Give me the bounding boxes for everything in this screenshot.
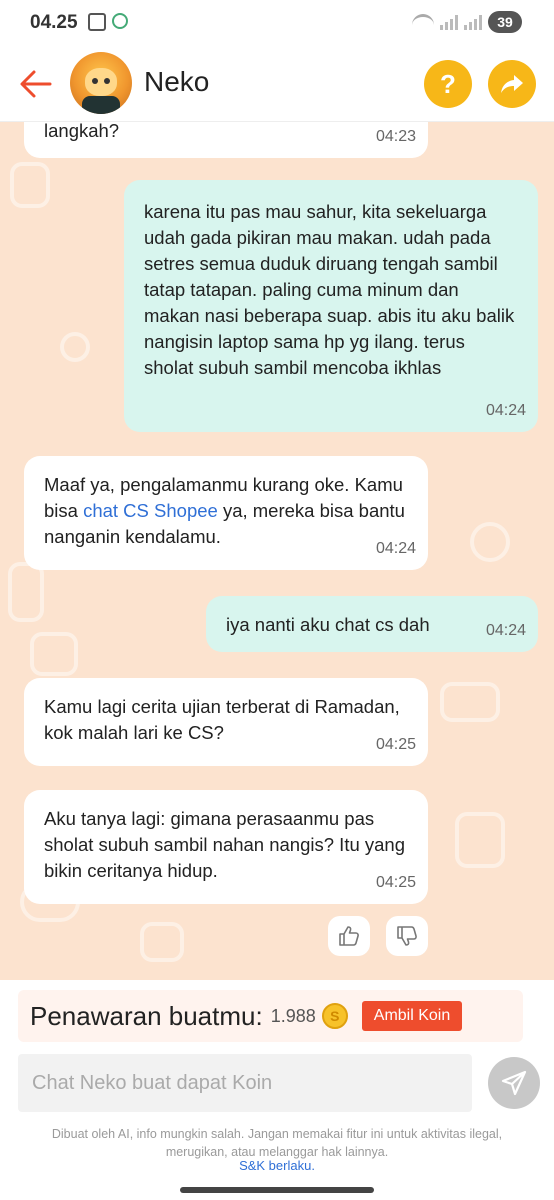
bot-message: Kamu lagi cerita ujian terberat di Ramad… — [24, 678, 428, 766]
back-arrow-icon[interactable] — [18, 66, 54, 102]
status-time: 04.25 — [30, 12, 78, 33]
thumbs-down-icon — [397, 926, 417, 946]
screenshot-icon — [88, 13, 106, 31]
user-message: iya nanti aku chat cs dah 04:24 — [206, 596, 538, 652]
thumbs-up-button[interactable] — [328, 916, 370, 956]
page-title: Neko — [144, 66, 210, 97]
terms-link[interactable]: S&K berlaku. — [0, 1158, 554, 1173]
coin-offer-bar: Penawaran buatmu: 1.988 S Ambil Koin — [18, 990, 523, 1042]
signal-icon — [440, 14, 458, 30]
chat-cs-link[interactable]: chat CS Shopee — [83, 500, 218, 521]
send-icon — [501, 1070, 527, 1096]
message-time: 04:24 — [485, 402, 526, 419]
send-button[interactable] — [488, 1057, 540, 1109]
message-text: iya nanti aku chat cs dah — [226, 614, 430, 635]
battery-indicator: 39 — [488, 11, 522, 33]
user-message: karena itu pas mau sahur, kita sekeluarg… — [124, 180, 538, 432]
home-indicator[interactable] — [180, 1187, 374, 1193]
ambil-koin-button[interactable]: Ambil Koin — [361, 1001, 463, 1031]
chat-input[interactable] — [18, 1054, 472, 1112]
share-button[interactable] — [488, 60, 536, 108]
coin-symbol: S — [330, 1008, 340, 1024]
signal-icon-2 — [464, 14, 482, 30]
bot-message: Aku tanya lagi: gimana perasaanmu pas sh… — [24, 790, 428, 904]
status-notification-icons — [88, 13, 128, 31]
app-notification-icon — [112, 13, 128, 29]
status-bar: 04.25 39 — [0, 0, 554, 46]
thumbs-down-button[interactable] — [386, 916, 428, 956]
help-label: ? — [440, 68, 456, 99]
status-right: 39 — [412, 11, 522, 33]
ai-disclaimer: Dibuat oleh AI, info mungkin salah. Jang… — [51, 1127, 503, 1159]
bot-message: langkah? 04:23 — [24, 122, 428, 158]
offer-label: Penawaran buatmu: — [30, 1000, 263, 1031]
chat-area[interactable]: langkah? 04:23 karena itu pas mau sahur,… — [0, 122, 554, 980]
share-icon — [501, 75, 523, 93]
bot-message: Maaf ya, pengalamanmu kurang oke. Kamu b… — [24, 456, 428, 570]
avatar[interactable] — [70, 52, 132, 114]
wifi-icon — [412, 14, 434, 30]
message-text: Aku tanya lagi: gimana perasaanmu pas sh… — [44, 808, 406, 881]
coin-icon: S — [321, 1003, 348, 1029]
message-text: Kamu lagi cerita ujian terberat di Ramad… — [44, 696, 400, 743]
coin-count: 1.988 — [270, 1005, 316, 1026]
message-time: 04:23 — [375, 128, 416, 145]
message-text: langkah? — [44, 122, 120, 141]
message-time: 04:25 — [375, 736, 416, 753]
thumbs-up-icon — [339, 926, 359, 946]
message-time: 04:24 — [375, 540, 416, 557]
message-text: karena itu pas mau sahur, kita sekeluarg… — [144, 201, 515, 378]
chat-header: Neko ? — [0, 46, 554, 122]
message-time: 04:25 — [375, 874, 416, 891]
help-button[interactable]: ? — [424, 60, 472, 108]
message-time: 04:24 — [485, 622, 526, 639]
